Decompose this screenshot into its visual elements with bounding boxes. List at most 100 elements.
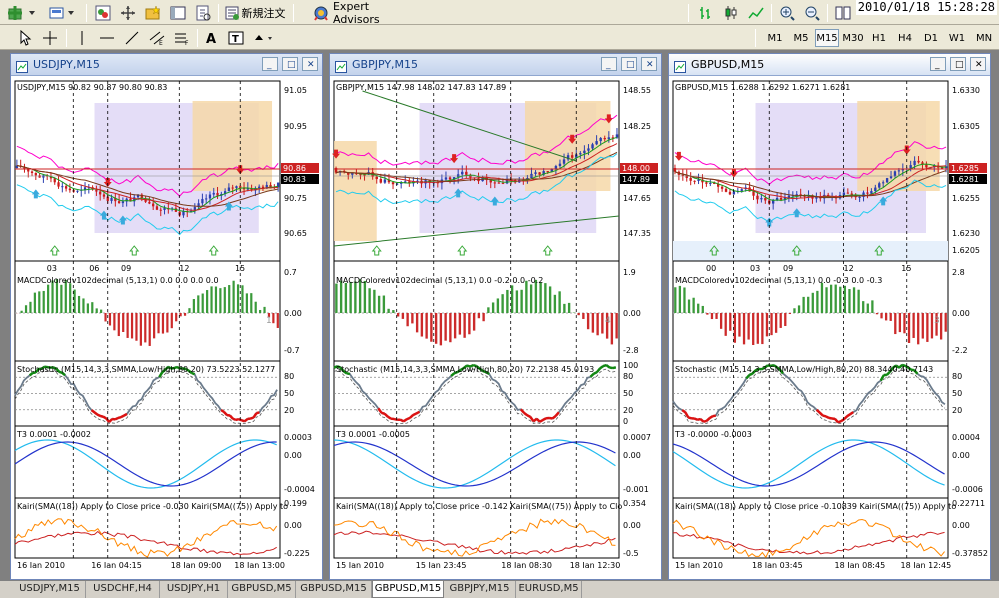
navigator-button[interactable] xyxy=(117,3,139,23)
macd-header: MACDColoredv102decimal (5,13,1) 0.0 0.0 … xyxy=(17,276,219,285)
expert-advisors-icon xyxy=(314,6,328,21)
candle-body xyxy=(940,167,944,169)
candle-body xyxy=(562,159,566,164)
timeframe-m5[interactable]: M5 xyxy=(789,29,813,47)
cursor-button[interactable] xyxy=(14,28,36,48)
arrows-icon xyxy=(255,35,272,40)
horizontal-line-button[interactable] xyxy=(96,28,118,48)
oversold-segment xyxy=(693,417,698,421)
timeframe-m1[interactable]: M1 xyxy=(763,29,787,47)
chart-window-gbpjpy[interactable]: GBPJPY,M15 _ □ ✕ GBPJPY,M15 147.98 148.02 14… xyxy=(329,53,662,580)
zoom-out-button[interactable] xyxy=(801,3,823,23)
oversold-segment xyxy=(709,415,714,420)
t3-header: T3 0.0001 -0.0005 xyxy=(335,430,410,439)
time-axis-label: 16 Jan 04:15 xyxy=(91,561,142,568)
candle-body xyxy=(846,192,849,194)
candle-body xyxy=(53,178,56,183)
close-window-button[interactable]: ✕ xyxy=(970,57,986,71)
chart-tab[interactable]: GBPUSD,M15 xyxy=(296,581,372,598)
kairi-axis-tick: -0.37852 xyxy=(952,549,988,558)
trendline-button[interactable] xyxy=(121,28,143,48)
expert-advisors-label: Expert Advisors xyxy=(332,0,380,26)
macd-axis-tick: 0.00 xyxy=(623,309,641,318)
restore-window-button[interactable]: □ xyxy=(282,57,298,71)
macd-side-label: 4 xyxy=(605,316,611,326)
minimize-window-button[interactable]: _ xyxy=(262,57,278,71)
arrows-button[interactable] xyxy=(250,28,276,48)
tester-button[interactable] xyxy=(192,3,214,23)
chart-tab[interactable]: USDJPY,M15 xyxy=(14,581,86,598)
chart-panels[interactable]: GBPUSD,M15 1.6288 1.6292 1.6271 1.6281 MA… xyxy=(669,78,990,568)
chart-panels[interactable]: GBPJPY,M15 147.98 148.02 147.83 147.89 MA… xyxy=(330,78,661,568)
chart-tab[interactable]: EURUSD,M5 xyxy=(516,581,582,598)
kairi-axis-tick: 0.00 xyxy=(284,521,302,530)
zoom-in-button[interactable] xyxy=(776,3,798,23)
time-axis-label: 15 Jan 2010 xyxy=(336,561,384,568)
candle-body xyxy=(391,182,395,185)
new-chart-button[interactable] xyxy=(3,3,41,23)
candle-body xyxy=(779,197,783,200)
kairi-axis-tick: 0.22711 xyxy=(952,499,985,508)
vertical-line-button[interactable] xyxy=(71,28,93,48)
timeframe-m30[interactable]: M30 xyxy=(841,29,865,47)
fibonacci-button[interactable]: F xyxy=(171,28,193,48)
new-order-button[interactable]: 新規注文 xyxy=(223,3,287,23)
tile-windows-button[interactable] xyxy=(832,3,854,23)
equidistant-channel-button[interactable]: E xyxy=(146,28,168,48)
candle-body xyxy=(607,137,611,140)
stochastic-axis-tick: 0 xyxy=(623,417,628,426)
timeframe-h1[interactable]: H1 xyxy=(867,29,891,47)
chart-window-titlebar[interactable]: USDJPY,M15 _ □ ✕ xyxy=(11,54,322,76)
profiles-button[interactable] xyxy=(46,3,80,23)
panel-kairi: Kairi(SMA((18)) Apply to Close price -0.… xyxy=(672,497,956,559)
bar-chart-button[interactable] xyxy=(695,3,717,23)
chart-tab[interactable]: USDCHF,H4 xyxy=(86,581,160,598)
kairi-header: Kairi(SMA((18)) Apply to Close price -0.… xyxy=(17,502,288,511)
oversold-segment xyxy=(539,418,544,423)
candlestick-button[interactable] xyxy=(720,3,742,23)
chart-window-titlebar[interactable]: GBPJPY,M15 _ □ ✕ xyxy=(330,54,661,76)
chart-window-titlebar[interactable]: GBPUSD,M15 _ □ ✕ xyxy=(669,54,990,76)
candlestick-icon xyxy=(725,6,737,20)
chart-tab[interactable]: GBPUSD,M5 xyxy=(228,581,296,598)
chart-tab[interactable]: GBPUSD,M15 xyxy=(372,581,444,598)
line-chart-button[interactable] xyxy=(745,3,767,23)
timeframe-m15[interactable]: M15 xyxy=(815,29,839,47)
oversold-segment xyxy=(120,414,125,419)
restore-window-button[interactable]: □ xyxy=(950,57,966,71)
minimize-window-button[interactable]: _ xyxy=(601,57,617,71)
chart-window-usdjpy[interactable]: USDJPY,M15 _ □ ✕ USDJPY,M15 90.82 90.87 90.8… xyxy=(10,53,323,580)
text-button[interactable]: A xyxy=(200,28,222,48)
stochastic-axis-tick: 80 xyxy=(284,372,294,381)
chart-tab[interactable]: GBPJPY,M15 xyxy=(444,581,516,598)
crosshair-button[interactable] xyxy=(39,28,61,48)
close-window-button[interactable]: ✕ xyxy=(641,57,657,71)
chart-tab[interactable]: USDJPY,H1 xyxy=(160,581,228,598)
text-label-button[interactable]: T xyxy=(225,28,247,48)
oversold-segment xyxy=(114,416,119,421)
chart-window-gbpusd[interactable]: GBPUSD,M15 _ □ ✕ GBPUSD,M15 1.6288 1.6292 1.… xyxy=(668,53,991,580)
overbought-segment xyxy=(609,366,613,370)
candle-body xyxy=(34,172,37,176)
market-watch-button[interactable] xyxy=(92,3,114,23)
timeframe-d1[interactable]: D1 xyxy=(919,29,943,47)
timeframe-w1[interactable]: W1 xyxy=(945,29,969,47)
expert-advisors-button[interactable]: Expert Advisors xyxy=(312,0,420,26)
close-window-button[interactable]: ✕ xyxy=(302,57,318,71)
timeframe-mn[interactable]: MN xyxy=(971,29,997,47)
restore-icon: □ xyxy=(626,60,635,70)
kairi-axis-tick: 0.00 xyxy=(623,521,641,530)
chart-panels[interactable]: USDJPY,M15 90.82 90.87 90.80 90.83 MACDCo… xyxy=(11,78,322,568)
macd-axis-tick: -0.7 xyxy=(284,346,300,355)
minimize-window-button[interactable]: _ xyxy=(930,57,946,71)
kairi-axis-tick: 0.354 xyxy=(623,499,646,508)
horizontal-line-icon xyxy=(100,37,114,39)
zone-rect xyxy=(192,101,273,191)
time-axis-label: 18 Jan 03:45 xyxy=(752,561,803,568)
candle-body xyxy=(375,176,378,180)
terminal-button[interactable] xyxy=(167,3,189,23)
favorites-button[interactable] xyxy=(142,3,164,23)
tile-windows-icon xyxy=(835,6,851,20)
restore-window-button[interactable]: □ xyxy=(621,57,637,71)
timeframe-h4[interactable]: H4 xyxy=(893,29,917,47)
